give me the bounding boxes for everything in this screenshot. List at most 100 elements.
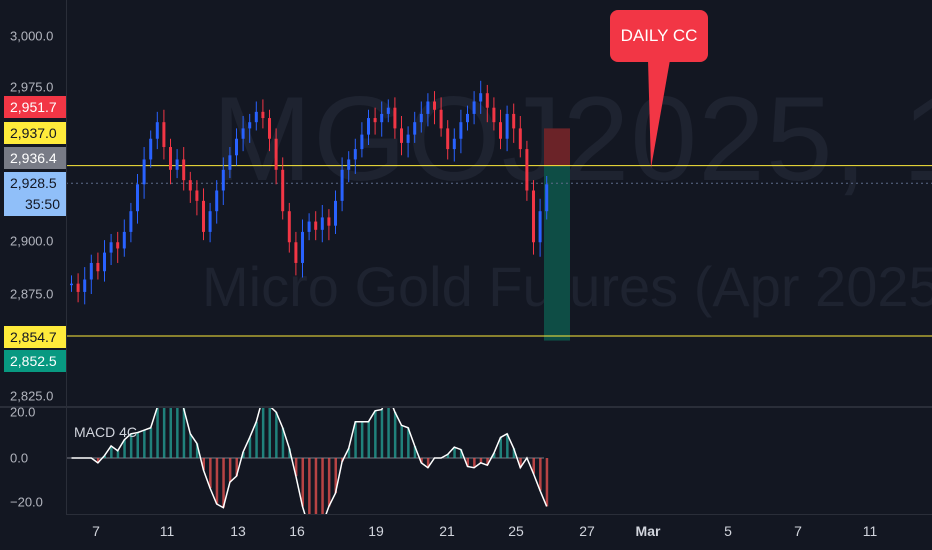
- candle: [195, 190, 199, 201]
- candle: [175, 159, 179, 170]
- macd-histogram-bar: [228, 458, 232, 483]
- candle: [122, 231, 126, 249]
- candle: [479, 93, 483, 102]
- macd-tick: 0.0: [10, 450, 29, 466]
- macd-histogram-bar: [360, 421, 364, 458]
- candle: [393, 107, 397, 129]
- price-tick: 2,900.0: [10, 233, 54, 249]
- macd-histogram-bar: [393, 412, 397, 458]
- macd-histogram-bar: [367, 421, 370, 458]
- candle: [459, 122, 463, 139]
- candle: [334, 200, 337, 226]
- candle: [433, 101, 436, 110]
- candle: [281, 169, 285, 212]
- candle: [367, 118, 370, 135]
- bar-countdown: 35:50: [24, 196, 60, 212]
- candle: [202, 200, 205, 232]
- candle: [373, 118, 377, 123]
- time-tick-month: Mar: [635, 523, 661, 539]
- macd-histogram-bar: [209, 458, 212, 489]
- price-tick: 3,000.0: [10, 28, 54, 44]
- price-tick: 2,875.0: [10, 286, 54, 302]
- stop-loss-zone: [544, 128, 570, 166]
- time-tick: 5: [724, 523, 732, 539]
- macd-histogram-bar: [268, 408, 271, 458]
- candle: [261, 111, 265, 119]
- candle: [505, 113, 509, 139]
- candle: [545, 184, 549, 212]
- macd-histogram-bar: [314, 458, 318, 514]
- candle: [532, 190, 535, 243]
- candle: [254, 111, 258, 123]
- macd-pane[interactable]: MACD 4C: [66, 408, 932, 514]
- candle: [466, 113, 469, 123]
- candle: [241, 128, 245, 139]
- candle: [76, 283, 80, 292]
- candle: [314, 221, 318, 230]
- macd-histogram-bar: [162, 408, 166, 458]
- macd-histogram-bar: [222, 458, 225, 508]
- candle: [89, 262, 93, 280]
- macd-histogram-bar: [301, 458, 304, 507]
- candle: [96, 262, 100, 272]
- macd-histogram-bar: [176, 408, 179, 458]
- candle: [274, 138, 278, 170]
- time-tick: 21: [439, 523, 455, 539]
- target-price-tag: 2,852.5: [4, 350, 66, 372]
- level-price-tag: 2,937.0: [4, 122, 66, 144]
- time-tick: 25: [508, 523, 524, 539]
- candle: [155, 122, 159, 139]
- macd-tick: 20.0: [10, 404, 36, 420]
- candle: [413, 122, 417, 135]
- candle: [188, 180, 192, 191]
- daily-cc-callout[interactable]: DAILY CC: [610, 10, 708, 62]
- callout-text: DAILY CC: [620, 26, 698, 45]
- macd-histogram-bar: [215, 458, 219, 504]
- high-price-tag: 2,951.7: [4, 96, 66, 118]
- candle: [472, 101, 476, 114]
- time-tick: 16: [289, 523, 305, 539]
- candle: [149, 138, 153, 160]
- candle: [162, 122, 166, 148]
- macd-histogram-bar: [156, 408, 159, 458]
- candle: [439, 109, 443, 129]
- price-chart[interactable]: [66, 0, 932, 406]
- prev-close-tag: 2,936.4: [4, 147, 66, 169]
- time-tick: 7: [794, 523, 802, 539]
- candle: [327, 217, 331, 226]
- support-price-tag: 2,854.7: [4, 326, 66, 348]
- macd-histogram-bar: [143, 430, 146, 458]
- macd-histogram-bar: [123, 439, 126, 458]
- candle: [268, 118, 271, 139]
- candle: [248, 122, 252, 129]
- candle: [307, 221, 311, 232]
- candle: [518, 128, 522, 150]
- candle: [129, 211, 133, 232]
- macd-histogram-bar: [275, 412, 278, 458]
- candle: [446, 128, 450, 150]
- macd-histogram-bar: [479, 458, 483, 463]
- candle: [169, 147, 172, 170]
- candle: [294, 242, 298, 263]
- candle: [538, 211, 542, 243]
- trading-chart-app: MGOJ2025, 1h Micro Gold Futures (Apr 202…: [0, 0, 932, 550]
- candle: [485, 93, 489, 108]
- candle: [340, 169, 344, 201]
- candle: [426, 101, 430, 114]
- indicator-label[interactable]: MACD 4C: [74, 424, 137, 440]
- time-axis[interactable]: 7 11 13 16 19 21 25 27 Mar 5 7 11: [66, 514, 932, 550]
- candle: [499, 122, 502, 139]
- price-pane[interactable]: MGOJ2025, 1h Micro Gold Futures (Apr 202…: [66, 0, 932, 406]
- candle: [360, 134, 364, 150]
- macd-histogram-bar: [327, 458, 331, 507]
- candle: [353, 149, 357, 160]
- candle: [347, 159, 351, 170]
- macd-histogram-bar: [116, 450, 120, 458]
- candle: [142, 159, 146, 185]
- macd-chart: [66, 408, 549, 514]
- price-axis[interactable]: 3,000.0 2,975.0 2,900.0 2,875.0 2,825.0 …: [0, 0, 67, 514]
- macd-histogram-bar: [189, 433, 192, 458]
- macd-tick: −20.0: [10, 494, 43, 510]
- macd-histogram-bar: [539, 458, 542, 491]
- candle: [400, 128, 403, 143]
